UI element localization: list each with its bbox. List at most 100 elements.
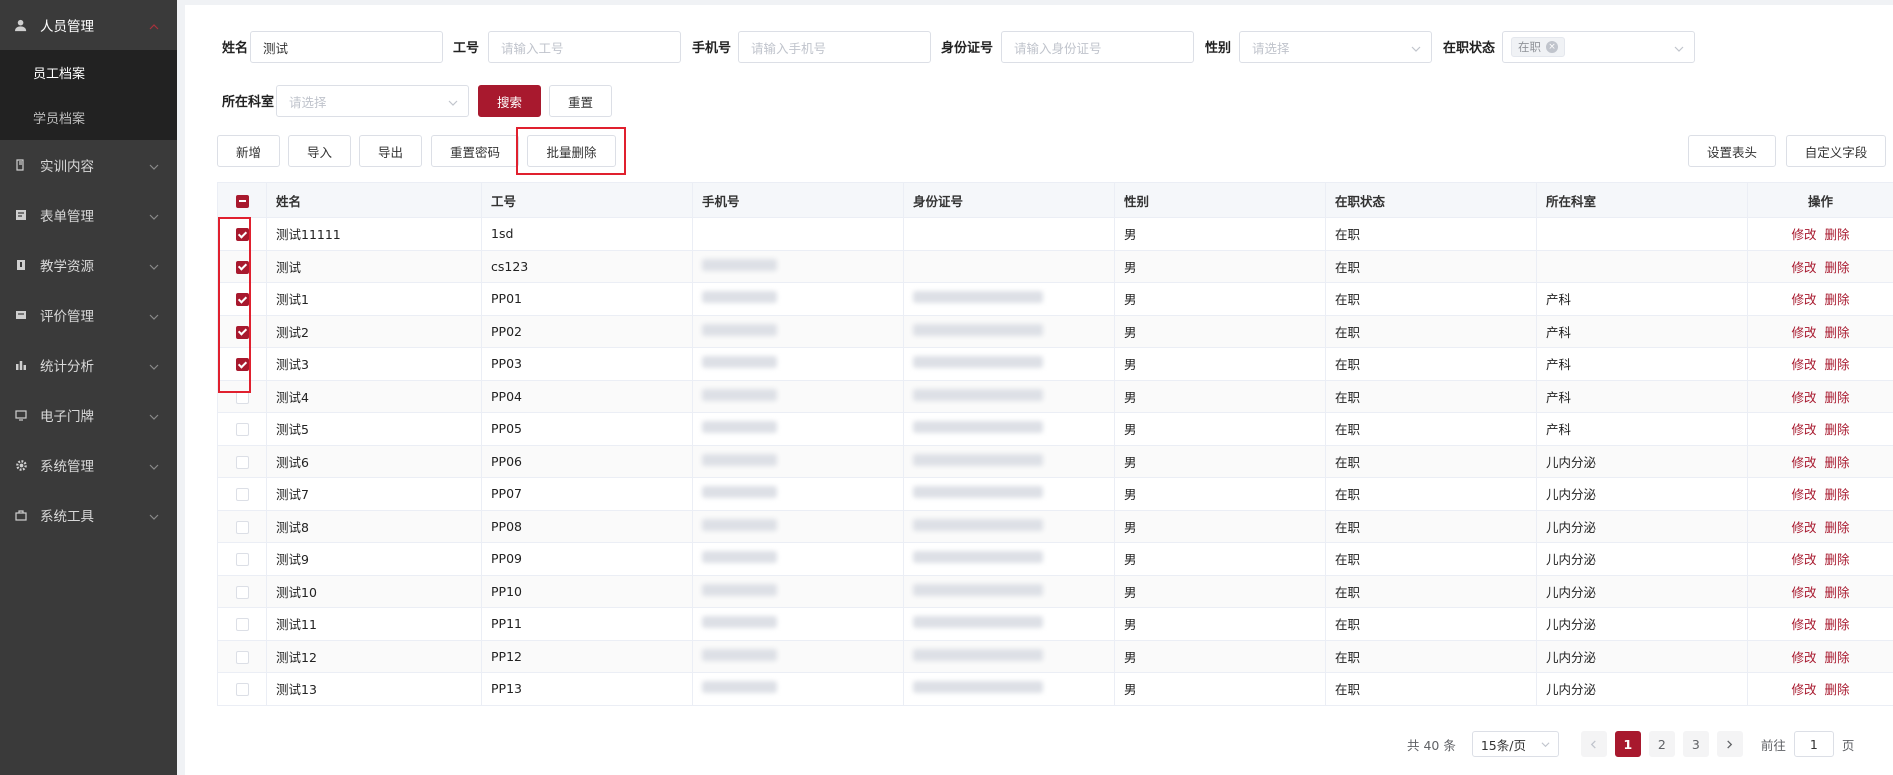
goto-page-input[interactable]: 1 <box>1793 731 1834 757</box>
reset-password-button[interactable]: 重置密码 <box>431 135 519 167</box>
gender-filter-select[interactable]: 请选择 <box>1239 31 1432 63</box>
custom-fields-button[interactable]: 自定义字段 <box>1786 135 1886 167</box>
add-button[interactable]: 新增 <box>217 135 280 167</box>
delete-link[interactable]: 删除 <box>1825 390 1850 405</box>
delete-link[interactable]: 删除 <box>1825 617 1850 632</box>
department-filter-select[interactable]: 请选择 <box>276 85 469 117</box>
row-checkbox[interactable] <box>235 520 249 534</box>
sidebar-group-personnel[interactable]: 人员管理 <box>0 0 177 50</box>
row-checkbox[interactable] <box>235 553 249 567</box>
row-checkbox[interactable] <box>235 683 249 697</box>
gender: 男 <box>1124 357 1137 373</box>
pagination: 共 40 条 15条/页 1 2 3 前往 1 页 <box>1407 730 1854 758</box>
edit-link[interactable]: 修改 <box>1791 650 1816 665</box>
prev-page-button[interactable] <box>1580 731 1607 757</box>
delete-link[interactable]: 删除 <box>1825 422 1850 437</box>
employee-name: 测试8 <box>276 519 309 535</box>
edit-link[interactable]: 修改 <box>1791 422 1816 437</box>
row-select-cell <box>217 477 267 511</box>
sidebar-group-training[interactable]: 实训内容 <box>0 140 177 190</box>
sidebar-item-student-records[interactable]: 学员档案 <box>0 95 177 140</box>
name-cell: 测试11111 <box>266 217 482 251</box>
delete-link[interactable]: 删除 <box>1825 520 1850 535</box>
status-cell: 在职 <box>1325 347 1537 381</box>
edit-link[interactable]: 修改 <box>1791 227 1816 242</box>
sidebar-group-e-doorplate[interactable]: 电子门牌 <box>0 390 177 440</box>
row-checkbox[interactable] <box>235 585 249 599</box>
import-button[interactable]: 导入 <box>288 135 351 167</box>
edit-link[interactable]: 修改 <box>1791 552 1816 567</box>
edit-link[interactable]: 修改 <box>1791 682 1816 697</box>
blurred-phone <box>702 583 777 596</box>
delete-link[interactable]: 删除 <box>1825 650 1850 665</box>
reset-button[interactable]: 重置 <box>549 85 612 117</box>
edit-link[interactable]: 修改 <box>1791 617 1816 632</box>
edit-link[interactable]: 修改 <box>1791 487 1816 502</box>
page-button-1[interactable]: 1 <box>1614 731 1641 757</box>
row-checkbox[interactable] <box>235 488 249 502</box>
delete-link[interactable]: 删除 <box>1825 682 1850 697</box>
department: 儿内分泌 <box>1546 649 1597 665</box>
row-checkbox[interactable] <box>235 423 249 437</box>
export-button[interactable]: 导出 <box>359 135 422 167</box>
idcard-cell <box>903 574 1115 608</box>
sidebar-group-system-management[interactable]: 系统管理 <box>0 440 177 490</box>
edit-link[interactable]: 修改 <box>1791 585 1816 600</box>
edit-link[interactable]: 修改 <box>1791 325 1816 340</box>
sidebar-group-teaching-resources[interactable]: 教学资源 <box>0 240 177 290</box>
name-cell: 测试9 <box>266 542 482 576</box>
search-button[interactable]: 搜索 <box>478 85 541 117</box>
edit-link[interactable]: 修改 <box>1791 455 1816 470</box>
page-size-select[interactable]: 15条/页 <box>1471 731 1559 757</box>
phone-filter-input[interactable]: 请输入手机号 <box>738 31 931 63</box>
page-button-3[interactable]: 3 <box>1682 731 1709 757</box>
status-cell: 在职 <box>1325 639 1537 673</box>
sidebar-group-system-tools[interactable]: 系统工具 <box>0 490 177 540</box>
edit-link[interactable]: 修改 <box>1791 390 1816 405</box>
edit-link[interactable]: 修改 <box>1791 260 1816 275</box>
sidebar-group-label: 评价管理 <box>40 309 94 325</box>
actions-cell: 修改 删除 <box>1747 477 1893 511</box>
edit-link[interactable]: 修改 <box>1791 520 1816 535</box>
employment-status: 在职 <box>1335 584 1361 600</box>
edit-link[interactable]: 修改 <box>1791 292 1816 307</box>
sidebar-group-label: 系统工具 <box>40 509 94 525</box>
idcard-filter-input[interactable]: 请输入身份证号 <box>1001 31 1194 63</box>
delete-link[interactable]: 删除 <box>1825 227 1850 242</box>
sidebar-item-employee-records[interactable]: 员工档案 <box>0 50 177 95</box>
delete-link[interactable]: 删除 <box>1825 455 1850 470</box>
name-filter-input[interactable]: 测试 <box>250 31 443 63</box>
row-checkbox[interactable] <box>235 650 249 664</box>
delete-link[interactable]: 删除 <box>1825 357 1850 372</box>
gender: 男 <box>1124 649 1137 665</box>
delete-link[interactable]: 删除 <box>1825 552 1850 567</box>
employee-id-filter-input[interactable]: 请输入工号 <box>488 31 681 63</box>
row-checkbox[interactable] <box>235 455 249 469</box>
delete-link[interactable]: 删除 <box>1825 487 1850 502</box>
phone-cell <box>692 379 904 413</box>
close-icon[interactable]: × <box>1546 41 1558 53</box>
set-header-button[interactable]: 设置表头 <box>1688 135 1776 167</box>
employee-name: 测试6 <box>276 454 309 470</box>
edit-link[interactable]: 修改 <box>1791 357 1816 372</box>
select-all-checkbox[interactable] <box>235 194 249 208</box>
name-cell: 测试 <box>266 249 482 283</box>
phone-cell <box>692 249 904 283</box>
sidebar-group-forms[interactable]: 表单管理 <box>0 190 177 240</box>
sidebar-group-statistics[interactable]: 统计分析 <box>0 340 177 390</box>
sidebar-group-evaluation[interactable]: 评价管理 <box>0 290 177 340</box>
delete-link[interactable]: 删除 <box>1825 585 1850 600</box>
next-page-button[interactable] <box>1716 731 1743 757</box>
row-checkbox[interactable] <box>235 618 249 632</box>
department-cell: 儿内分泌 <box>1536 607 1748 641</box>
employment-status-filter-select[interactable]: 在职 × <box>1502 31 1695 63</box>
page-button-2[interactable]: 2 <box>1648 731 1675 757</box>
status-cell: 在职 <box>1325 444 1537 478</box>
status-cell: 在职 <box>1325 412 1537 446</box>
delete-link[interactable]: 删除 <box>1825 292 1850 307</box>
gear-icon <box>14 458 28 472</box>
delete-link[interactable]: 删除 <box>1825 325 1850 340</box>
gender: 男 <box>1124 617 1137 633</box>
delete-link[interactable]: 删除 <box>1825 260 1850 275</box>
department: 产科 <box>1546 324 1572 340</box>
